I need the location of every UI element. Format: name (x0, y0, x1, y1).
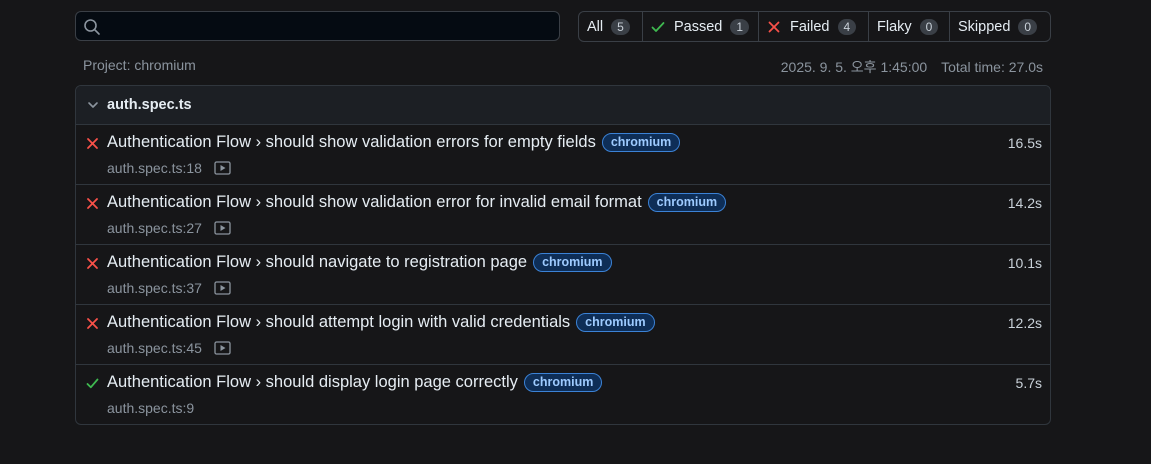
filter-label: Skipped (958, 18, 1011, 35)
filter-label: Flaky (877, 18, 912, 35)
test-row[interactable]: Authentication Flow › should navigate to… (76, 245, 1050, 305)
project-tag[interactable]: chromium (523, 373, 603, 392)
failed-icon (87, 198, 98, 209)
test-location-line: auth.spec.ts:18 (107, 160, 231, 176)
filter-count: 1 (730, 18, 750, 35)
test-location-line: auth.spec.ts:45 (107, 340, 231, 356)
test-location-line: auth.spec.ts:27 (107, 220, 231, 236)
test-row[interactable]: Authentication Flow › should show valida… (76, 125, 1050, 185)
test-duration: 5.7s (1015, 375, 1042, 391)
test-title-line: Authentication Flow › should show valida… (107, 133, 681, 152)
filter-count: 0 (1018, 18, 1038, 35)
test-title-line: Authentication Flow › should attempt log… (107, 313, 655, 332)
test-title[interactable]: Authentication Flow › should navigate to… (107, 253, 527, 272)
passed-icon (86, 378, 99, 389)
test-location-line: auth.spec.ts:37 (107, 280, 231, 296)
test-row[interactable]: Authentication Flow › should show valida… (76, 185, 1050, 245)
run-datetime: 2025. 9. 5. 오후 1:45:00 (780, 59, 928, 75)
total-time: Total time: 27.0s (941, 59, 1043, 75)
project-tag[interactable]: chromium (647, 193, 727, 212)
video-icon[interactable] (214, 341, 231, 355)
project-tag[interactable]: chromium (601, 133, 681, 152)
filter-label: All (587, 18, 604, 35)
project-tag[interactable]: chromium (533, 253, 612, 272)
filter-flaky[interactable]: Flaky 0 (869, 12, 950, 41)
test-location: auth.spec.ts:37 (107, 280, 202, 296)
test-title[interactable]: Authentication Flow › should attempt log… (107, 313, 570, 332)
filter-label: Passed (674, 18, 723, 35)
check-icon (651, 21, 665, 32)
test-duration: 14.2s (1007, 195, 1042, 211)
filter-label: Failed (790, 18, 830, 35)
filter-count: 0 (919, 18, 939, 35)
test-title-line: Authentication Flow › should show valida… (107, 193, 727, 212)
video-icon[interactable] (214, 281, 231, 295)
test-location: auth.spec.ts:27 (107, 220, 202, 236)
test-title[interactable]: Authentication Flow › should display log… (107, 373, 518, 392)
test-location: auth.spec.ts:45 (107, 340, 202, 356)
test-duration: 12.2s (1007, 315, 1042, 331)
video-icon[interactable] (214, 221, 231, 235)
project-name: Project: chromium (83, 57, 196, 73)
failed-icon (87, 318, 98, 329)
filter-passed[interactable]: Passed 1 (643, 12, 759, 41)
video-icon[interactable] (214, 161, 231, 175)
test-file-group: auth.spec.ts Authentication Flow › shoul… (75, 85, 1051, 425)
test-row[interactable]: Authentication Flow › should display log… (76, 365, 1050, 424)
test-title[interactable]: Authentication Flow › should show valida… (107, 193, 642, 212)
project-tag[interactable]: chromium (576, 313, 655, 332)
run-info: 2025. 9. 5. 오후 1:45:00 Total time: 27.0s (781, 57, 1043, 77)
filter-all[interactable]: All 5 (579, 12, 643, 41)
test-title-line: Authentication Flow › should display log… (107, 373, 603, 392)
test-duration: 10.1s (1007, 255, 1042, 271)
test-title-line: Authentication Flow › should navigate to… (107, 253, 612, 272)
chevron-down-icon (88, 102, 98, 108)
status-filter-bar: All 5 Passed 1 Failed 4 Flaky 0 Skipped … (578, 11, 1051, 42)
test-location: auth.spec.ts:9 (107, 400, 195, 416)
filter-count: 5 (611, 18, 630, 35)
test-location: auth.spec.ts:18 (107, 160, 202, 176)
search-box[interactable] (75, 11, 560, 42)
failed-icon (87, 138, 98, 149)
filter-count: 4 (837, 18, 857, 35)
cross-icon (768, 21, 780, 32)
search-icon (84, 19, 100, 35)
failed-icon (87, 258, 98, 269)
test-duration: 16.5s (1007, 135, 1042, 151)
test-location-line: auth.spec.ts:9 (107, 400, 194, 416)
file-name: auth.spec.ts (107, 97, 192, 113)
test-row[interactable]: Authentication Flow › should attempt log… (76, 305, 1050, 365)
test-title[interactable]: Authentication Flow › should show valida… (107, 133, 596, 152)
file-header[interactable]: auth.spec.ts (76, 86, 1050, 125)
filter-skipped[interactable]: Skipped 0 (950, 12, 1050, 41)
filter-failed[interactable]: Failed 4 (759, 12, 869, 41)
search-input[interactable] (108, 12, 553, 42)
